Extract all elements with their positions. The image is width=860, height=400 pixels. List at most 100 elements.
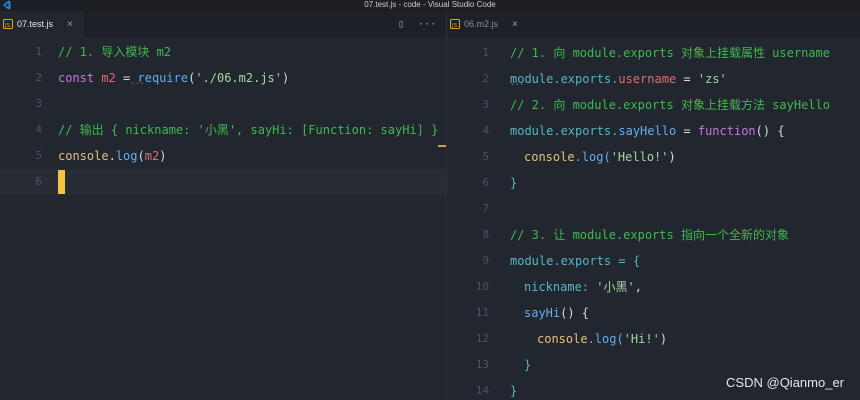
more-actions-icon[interactable]: ··· bbox=[418, 19, 436, 30]
line-number: 3 bbox=[482, 98, 489, 111]
line-number: 3 bbox=[35, 97, 42, 110]
code-text: console.log(m2) bbox=[58, 143, 166, 169]
tab-label: 07.test.js bbox=[17, 19, 54, 29]
property: nickname: bbox=[524, 280, 597, 294]
svg-text:JS: JS bbox=[4, 23, 11, 29]
svg-text:JS: JS bbox=[451, 23, 458, 29]
variable: m2 bbox=[144, 149, 160, 163]
code-line: 4 // 输出 { nickname: '小黑', sayHi: [Functi… bbox=[0, 117, 446, 143]
code-line-current: 6 bbox=[0, 169, 446, 195]
brace: } bbox=[510, 176, 518, 190]
split-editor-icon[interactable]: ▯ bbox=[398, 19, 404, 30]
tab-bar-left: JS 07.test.js × ▯ ··· bbox=[0, 11, 446, 37]
paren: () { bbox=[755, 124, 785, 138]
line-number: 14 bbox=[475, 384, 489, 397]
comment: // 3. 让 module.exports 指向一个全新的对象 bbox=[510, 228, 789, 242]
title-bar: 07.test.js - code - Visual Studio Code bbox=[0, 0, 860, 11]
code-text: console.log('Hello!') bbox=[524, 144, 676, 170]
window-title: 07.test.js - code - Visual Studio Code bbox=[364, 0, 496, 9]
close-tab-icon[interactable]: × bbox=[512, 19, 518, 30]
code-line: 12 console.log('Hi!') bbox=[447, 326, 860, 352]
js-file-icon: JS bbox=[450, 19, 460, 29]
code-line: 2 module.exports.username = 'zs' ··· bbox=[447, 66, 860, 92]
code-line: 4 module.exports.sayHello = function() { bbox=[447, 118, 860, 144]
line-number: 2 bbox=[35, 71, 42, 84]
code-text: module.exports = { bbox=[510, 254, 641, 268]
code-line: 1 // 1. 向 module.exports 对象上挂载属性 usernam… bbox=[447, 40, 860, 66]
function-name: log bbox=[115, 149, 138, 163]
line-number: 13 bbox=[475, 358, 489, 371]
line-number: 5 bbox=[482, 150, 489, 163]
brace: } bbox=[510, 384, 518, 398]
code-editor-left[interactable]: 1 // 1. 导入模块 m2 2 const m2 = require('./… bbox=[0, 37, 446, 400]
code-text: module.exports.username = 'zs' bbox=[510, 66, 727, 92]
string: '小黑' bbox=[596, 280, 635, 294]
function-name: .log( bbox=[574, 150, 611, 164]
line-number: 6 bbox=[35, 175, 42, 188]
text-cursor bbox=[58, 170, 65, 194]
string: 'Hello!' bbox=[610, 150, 669, 164]
code-line: 3 // 2. 向 module.exports 对象上挂载方法 sayHell… bbox=[447, 92, 860, 118]
variable: m2 bbox=[101, 71, 116, 85]
keyword: function bbox=[697, 124, 756, 138]
paren: ( bbox=[137, 149, 145, 163]
hint-dots-icon: ··· bbox=[510, 80, 525, 89]
code-editor-right[interactable]: 1 // 1. 向 module.exports 对象上挂载属性 usernam… bbox=[447, 37, 860, 400]
line-number: 12 bbox=[475, 332, 489, 345]
operator: = bbox=[676, 124, 698, 138]
comment: // 输出 { nickname: '小黑', sayHi: [Function… bbox=[58, 123, 439, 137]
close-tab-icon[interactable]: × bbox=[67, 19, 73, 30]
string: './06.m2.js' bbox=[195, 71, 283, 85]
tab-07-test-js[interactable]: JS 07.test.js × bbox=[0, 11, 84, 37]
comment: // 1. 导入模块 m2 bbox=[58, 45, 172, 59]
paren: ) bbox=[282, 71, 290, 85]
hint-dots-icon: ··· bbox=[130, 79, 145, 88]
code-line: 10 nickname: '小黑', bbox=[447, 274, 860, 300]
paren: ) bbox=[159, 149, 167, 163]
property: username bbox=[618, 72, 677, 86]
code-line: 7 bbox=[447, 196, 860, 222]
tab-label: 06.m2.js bbox=[464, 19, 499, 29]
line-number: 1 bbox=[482, 46, 489, 59]
object: console bbox=[524, 150, 575, 164]
code-line: 5 console.log('Hello!') bbox=[447, 144, 860, 170]
paren: ) bbox=[668, 150, 676, 164]
line-number: 1 bbox=[35, 45, 42, 58]
line-number: 4 bbox=[35, 123, 42, 136]
line-number: 4 bbox=[482, 124, 489, 137]
editor-actions: ▯ ··· bbox=[398, 11, 436, 37]
function-name: .log( bbox=[587, 332, 624, 346]
tab-06-m2-js[interactable]: JS 06.m2.js × bbox=[447, 11, 535, 37]
comment: // 1. 向 module.exports 对象上挂载属性 username bbox=[510, 46, 830, 60]
code-line: 6 } bbox=[447, 170, 860, 196]
string: 'zs' bbox=[697, 72, 727, 86]
paren: ) bbox=[659, 332, 668, 346]
code-text: const m2 = require('./06.m2.js') bbox=[58, 65, 289, 91]
comma: , bbox=[634, 280, 642, 294]
code-text: console.log('Hi!') bbox=[537, 326, 667, 352]
line-number: 7 bbox=[482, 202, 489, 215]
line-number: 8 bbox=[482, 228, 489, 241]
code-text: sayHi() { bbox=[524, 300, 589, 326]
line-number: 9 bbox=[482, 254, 489, 267]
code-text: module.exports.sayHello = function() { bbox=[510, 118, 785, 144]
brace: } bbox=[524, 358, 532, 372]
code-line: 8 // 3. 让 module.exports 指向一个全新的对象 bbox=[447, 222, 860, 248]
code-line: 5 console.log(m2) bbox=[0, 143, 446, 169]
keyword: const bbox=[58, 71, 95, 85]
code-line: 2 const m2 = require('./06.m2.js') ··· bbox=[0, 65, 446, 91]
object: console bbox=[58, 149, 109, 163]
js-file-icon: JS bbox=[3, 19, 13, 29]
editor-group-right: JS 06.m2.js × 1 // 1. 向 module.exports 对… bbox=[447, 11, 860, 400]
dot: . bbox=[108, 149, 116, 163]
string: 'Hi!' bbox=[623, 332, 660, 346]
line-number: 11 bbox=[475, 306, 489, 319]
code-line: 1 // 1. 导入模块 m2 bbox=[0, 39, 446, 65]
object: module.exports. bbox=[510, 72, 619, 86]
tab-bar-right: JS 06.m2.js × bbox=[447, 11, 860, 37]
comment: // 2. 向 module.exports 对象上挂载方法 sayHello bbox=[510, 98, 830, 112]
operator: = bbox=[676, 72, 698, 86]
function-name: require bbox=[137, 71, 189, 85]
method-name: sayHi bbox=[524, 306, 561, 320]
line-number: 2 bbox=[482, 72, 489, 85]
